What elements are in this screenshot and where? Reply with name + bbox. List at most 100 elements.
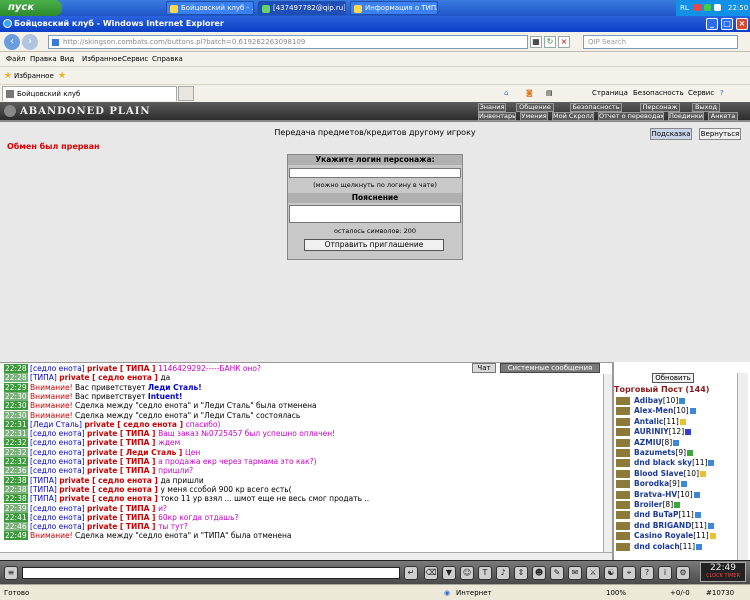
user-info-icon[interactable] bbox=[679, 418, 686, 425]
private-msg-icon[interactable] bbox=[616, 480, 630, 489]
nav-profile[interactable]: Анкета bbox=[708, 112, 738, 121]
menu-file[interactable]: Файл bbox=[6, 55, 25, 63]
send-icon[interactable]: ↵ bbox=[404, 566, 418, 580]
user-info-icon[interactable] bbox=[700, 470, 706, 477]
reason-textarea[interactable] bbox=[289, 205, 461, 223]
private-msg-icon[interactable] bbox=[616, 459, 630, 468]
chat-timestamp[interactable]: 22:49 bbox=[4, 531, 28, 541]
user-info-icon[interactable] bbox=[674, 502, 681, 508]
close-button[interactable]: × bbox=[736, 18, 748, 30]
chat-timestamp[interactable]: 22:29 bbox=[4, 382, 28, 392]
chat-timestamp[interactable]: 22:38 bbox=[4, 475, 28, 485]
nav-transfer-report[interactable]: Отчет о переводах bbox=[598, 112, 664, 121]
clear-icon[interactable]: ⌫ bbox=[424, 566, 438, 580]
user-name[interactable]: dnd BuTaP bbox=[634, 510, 678, 519]
chat-timestamp[interactable]: 22:31 bbox=[4, 429, 28, 439]
user-name[interactable]: Broiler bbox=[634, 500, 663, 509]
user-info-icon[interactable] bbox=[694, 512, 701, 519]
private-msg-icon[interactable] bbox=[616, 438, 630, 447]
private-msg-icon[interactable] bbox=[616, 449, 630, 457]
nav-security[interactable]: Безопасность bbox=[570, 103, 622, 112]
search-input[interactable]: QIP Search bbox=[583, 35, 738, 49]
user-info-icon[interactable] bbox=[687, 450, 694, 456]
chat-timestamp[interactable]: 22:41 bbox=[4, 512, 28, 522]
user-item[interactable]: Adibay[10] bbox=[616, 396, 686, 406]
user-name[interactable]: Blood Slave bbox=[634, 469, 684, 478]
address-input[interactable]: http://skingson.combats.com/buttons.pl?b… bbox=[48, 35, 528, 49]
settings-icon[interactable]: ⚙ bbox=[676, 566, 690, 580]
refresh-icon[interactable]: ↻ bbox=[544, 36, 556, 48]
user-item[interactable]: dnd BRIGAND[11] bbox=[616, 521, 714, 531]
emote-icon[interactable]: ☻ bbox=[532, 566, 546, 580]
minimize-button[interactable]: _ bbox=[706, 18, 718, 30]
chat-horizontal-scrollbar[interactable] bbox=[0, 552, 612, 560]
tab-system-messages[interactable]: Системные сообщения bbox=[500, 363, 600, 373]
tab-combats[interactable]: Бойцовский клуб bbox=[2, 86, 177, 101]
private-msg-icon[interactable] bbox=[616, 428, 630, 437]
user-item[interactable]: dnd black sky[11] bbox=[616, 458, 715, 468]
map-icon[interactable]: ⌖ bbox=[622, 566, 636, 580]
page-menu[interactable]: Страница bbox=[592, 89, 628, 97]
menu-favorites[interactable]: Избранное bbox=[82, 55, 122, 63]
user-item[interactable]: AZMIU[8] bbox=[616, 438, 680, 448]
nav-knowledge[interactable]: Знания bbox=[478, 103, 506, 112]
private-msg-icon[interactable] bbox=[616, 532, 630, 541]
user-name[interactable]: Casino Royale bbox=[634, 531, 693, 540]
users-scrollbar[interactable] bbox=[737, 373, 748, 560]
user-info-icon[interactable] bbox=[696, 543, 703, 550]
refresh-users-button[interactable]: Обновить bbox=[652, 373, 694, 383]
back-button-game[interactable]: Вернуться bbox=[699, 128, 741, 140]
favorites-button[interactable]: Избранное bbox=[14, 72, 54, 80]
chat-timestamp[interactable]: 22:32 bbox=[4, 447, 28, 457]
new-tab-button[interactable] bbox=[178, 86, 194, 101]
private-msg-icon[interactable] bbox=[616, 542, 630, 551]
user-name[interactable]: dnd colach bbox=[634, 542, 680, 551]
info-icon[interactable]: i bbox=[658, 566, 672, 580]
chat-settings-icon[interactable]: ≡ bbox=[4, 566, 18, 580]
home-icon[interactable]: ⌂ bbox=[504, 89, 508, 97]
chat-input[interactable] bbox=[22, 567, 400, 579]
user-item[interactable]: Bazumets[9] bbox=[616, 448, 694, 458]
fight-icon[interactable]: ⚔ bbox=[586, 566, 600, 580]
private-msg-icon[interactable] bbox=[616, 397, 630, 405]
send-invitation-button[interactable]: Отправить приглашение bbox=[304, 239, 444, 251]
user-item[interactable]: Borodka[9] bbox=[616, 479, 687, 489]
smile-icon[interactable]: ☺ bbox=[460, 566, 474, 580]
user-info-icon[interactable] bbox=[680, 481, 687, 488]
private-msg-icon[interactable] bbox=[616, 407, 630, 416]
language-indicator[interactable]: RL bbox=[680, 4, 689, 12]
compat-icon[interactable]: ▦ bbox=[530, 36, 542, 48]
user-name[interactable]: Antalic bbox=[634, 417, 663, 426]
user-item[interactable]: Bratva-HV[10] bbox=[616, 490, 700, 500]
chat-timestamp[interactable]: 22:36 bbox=[4, 466, 28, 476]
user-item[interactable]: Alex-Men[10] bbox=[616, 406, 696, 416]
tray-icon[interactable] bbox=[694, 4, 701, 11]
tray-icon[interactable] bbox=[714, 4, 721, 11]
start-button[interactable]: пуск bbox=[0, 0, 62, 16]
chat-timestamp[interactable]: 22:38 bbox=[4, 494, 28, 504]
chat-timestamp[interactable]: 22:38 bbox=[4, 484, 28, 494]
forward-button[interactable]: › bbox=[22, 34, 38, 50]
menu-view[interactable]: Вид bbox=[60, 55, 74, 63]
translit-icon[interactable]: T bbox=[478, 566, 492, 580]
user-info-icon[interactable] bbox=[693, 491, 700, 498]
filter-icon[interactable]: ▼ bbox=[442, 566, 456, 580]
user-item[interactable]: Broiler[8] bbox=[616, 500, 681, 510]
chat-timestamp[interactable]: 22:28 bbox=[4, 364, 28, 373]
tray-icon[interactable] bbox=[704, 4, 711, 11]
help-icon[interactable]: ? bbox=[720, 89, 724, 97]
user-info-icon[interactable] bbox=[709, 533, 716, 540]
nav-exit[interactable]: Выход bbox=[692, 103, 720, 112]
user-info-icon[interactable] bbox=[673, 439, 680, 446]
help-icon[interactable]: ? bbox=[640, 566, 654, 580]
chat-timestamp[interactable]: 22:32 bbox=[4, 457, 28, 466]
chat-timestamp[interactable]: 22:46 bbox=[4, 522, 28, 532]
nav-skills[interactable]: Умения bbox=[520, 112, 548, 121]
user-name[interactable]: AURINIY bbox=[634, 427, 669, 436]
user-item[interactable]: Casino Royale[11] bbox=[616, 531, 716, 541]
chat-timestamp[interactable]: 22:28 bbox=[4, 373, 28, 383]
zoom-level[interactable]: 100% bbox=[606, 589, 626, 597]
user-item[interactable]: Antalic[11] bbox=[616, 417, 686, 427]
chat-timestamp[interactable]: 22:31 bbox=[4, 419, 28, 429]
user-info-icon[interactable] bbox=[679, 398, 686, 404]
